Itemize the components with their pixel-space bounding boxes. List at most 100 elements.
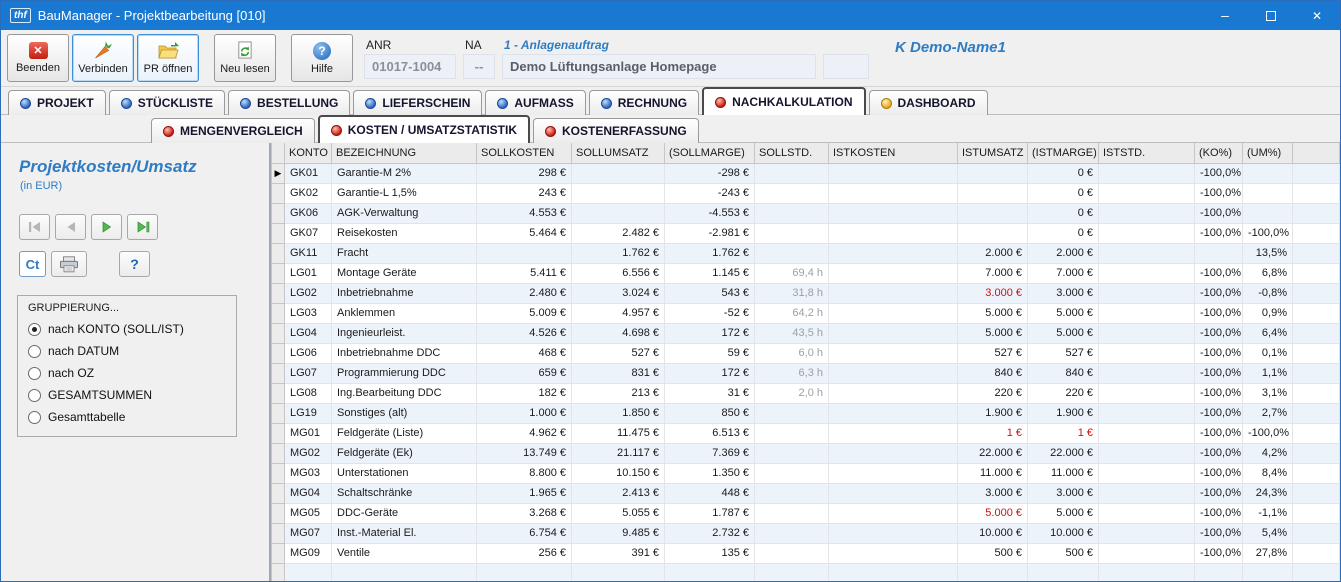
cell-konto[interactable]: GK11 bbox=[284, 242, 332, 264]
cell-um_pct[interactable]: 6,8% bbox=[1242, 262, 1293, 284]
table-row[interactable]: LG07 Programmierung DDC 659 €831 €172 €6,3… bbox=[271, 362, 1340, 384]
cell-istumsatz[interactable]: 2.000 € bbox=[957, 242, 1028, 264]
cell-iststd[interactable] bbox=[1098, 382, 1195, 404]
cell-istmarge[interactable]: 3.000 € bbox=[1027, 282, 1099, 304]
table-row[interactable]: GK02 Garantie-L 1,5% 243 € -243 € 0 € -100,0% bbox=[271, 182, 1340, 204]
cell-sollmarge[interactable]: 7.369 € bbox=[664, 442, 755, 464]
cell-iststd[interactable] bbox=[1098, 162, 1195, 184]
cell-iststd[interactable] bbox=[1098, 282, 1195, 304]
table-row[interactable]: MG01 Feldgeräte (Liste) 4.962 €11.475 €6.5… bbox=[271, 422, 1340, 444]
cell-sollkosten[interactable]: 2.480 € bbox=[476, 282, 572, 304]
cell-istkosten[interactable] bbox=[828, 422, 958, 444]
cell-bezeichnung[interactable]: Feldgeräte (Liste) bbox=[331, 422, 477, 444]
tab-mengenvergleich[interactable]: MENGENVERGLEICH bbox=[151, 118, 315, 143]
tab-bestellung[interactable]: BESTELLUNG bbox=[228, 90, 351, 115]
cell-sollmarge[interactable]: -298 € bbox=[664, 162, 755, 184]
cell-um_pct[interactable]: 4,2% bbox=[1242, 442, 1293, 464]
cell-sollumsatz[interactable]: 21.117 € bbox=[571, 442, 665, 464]
tab-kosten-umsatzstatistik[interactable]: KOSTEN / UMSATZSTATISTIK bbox=[317, 115, 531, 143]
cell-sollstd[interactable] bbox=[754, 502, 829, 524]
cell-sollmarge[interactable]: 135 € bbox=[664, 542, 755, 564]
cell-istmarge[interactable]: 5.000 € bbox=[1027, 302, 1099, 324]
cell-konto[interactable]: MG02 bbox=[284, 442, 332, 464]
cell-sollmarge[interactable]: -2.981 € bbox=[664, 222, 755, 244]
cell-istkosten[interactable] bbox=[828, 462, 958, 484]
first-record-button[interactable] bbox=[19, 214, 50, 240]
row-selector[interactable] bbox=[271, 242, 285, 264]
cell-istkosten[interactable] bbox=[828, 242, 958, 264]
cell-konto[interactable]: MG09 bbox=[284, 542, 332, 564]
cell-sollmarge[interactable]: 2.732 € bbox=[664, 522, 755, 544]
cell-bezeichnung[interactable]: Reisekosten bbox=[331, 222, 477, 244]
cell-konto[interactable]: GK06 bbox=[284, 202, 332, 224]
table-row[interactable]: LG04 Ingenieurleist. 4.526 €4.698 €172 €43… bbox=[271, 322, 1340, 344]
table-row[interactable]: LG02 Inbetriebnahme 2.480 €3.024 €543 €31,… bbox=[271, 282, 1340, 304]
column-header-istumsatz[interactable]: ISTUMSATZ bbox=[957, 143, 1028, 164]
cell-sollkosten[interactable]: 256 € bbox=[476, 542, 572, 564]
cell-sollkosten[interactable]: 298 € bbox=[476, 162, 572, 184]
cell-istkosten[interactable] bbox=[828, 202, 958, 224]
table-row[interactable]: MG02 Feldgeräte (Ek) 13.749 €21.117 €7.369… bbox=[271, 442, 1340, 464]
cell-sollstd[interactable]: 6,0 h bbox=[754, 342, 829, 364]
neu-lesen-button[interactable]: Neu lesen bbox=[214, 34, 276, 82]
row-selector[interactable] bbox=[271, 182, 285, 204]
cell-istmarge[interactable]: 7.000 € bbox=[1027, 262, 1099, 284]
cell-sollstd[interactable]: 31,8 h bbox=[754, 282, 829, 304]
cell-bezeichnung[interactable]: DDC-Geräte bbox=[331, 502, 477, 524]
row-selector[interactable] bbox=[271, 162, 285, 184]
radio-button-icon[interactable] bbox=[28, 388, 41, 402]
cell-um_pct[interactable]: 0,9% bbox=[1242, 302, 1293, 324]
cell-iststd[interactable] bbox=[1098, 222, 1195, 244]
cell-iststd[interactable] bbox=[1098, 402, 1195, 424]
cell-sollkosten[interactable]: 5.464 € bbox=[476, 222, 572, 244]
cell-sollkosten[interactable]: 5.411 € bbox=[476, 262, 572, 284]
cell-bezeichnung[interactable]: Ing.Bearbeitung DDC bbox=[331, 382, 477, 404]
cell-sollmarge[interactable]: 31 € bbox=[664, 382, 755, 404]
cell-istkosten[interactable] bbox=[828, 262, 958, 284]
cell-sollmarge[interactable]: 59 € bbox=[664, 342, 755, 364]
verbinden-button[interactable]: Verbinden bbox=[72, 34, 134, 82]
extra-field[interactable] bbox=[823, 54, 869, 79]
cell-sollstd[interactable]: 69,4 h bbox=[754, 262, 829, 284]
cell-bezeichnung[interactable]: Garantie-M 2% bbox=[331, 162, 477, 184]
cell-um_pct[interactable]: -100,0% bbox=[1242, 422, 1293, 444]
row-selector[interactable] bbox=[271, 442, 285, 464]
cell-iststd[interactable] bbox=[1098, 302, 1195, 324]
cell-sollmarge[interactable]: 850 € bbox=[664, 402, 755, 424]
cell-konto[interactable]: LG08 bbox=[284, 382, 332, 404]
cell-istumsatz[interactable] bbox=[957, 162, 1028, 184]
cell-sollumsatz[interactable] bbox=[571, 162, 665, 184]
cell-iststd[interactable] bbox=[1098, 242, 1195, 264]
cell-um_pct[interactable]: -0,8% bbox=[1242, 282, 1293, 304]
cell-ko_pct[interactable]: -100,0% bbox=[1194, 362, 1243, 384]
cell-ko_pct[interactable]: -100,0% bbox=[1194, 482, 1243, 504]
cell-sollstd[interactable] bbox=[754, 402, 829, 424]
row-selector[interactable] bbox=[271, 322, 285, 344]
cell-sollumsatz[interactable]: 4.957 € bbox=[571, 302, 665, 324]
cell-sollmarge[interactable]: 172 € bbox=[664, 322, 755, 344]
cell-um_pct[interactable] bbox=[1242, 182, 1293, 204]
cell-bezeichnung[interactable]: Inbetriebnahme DDC bbox=[331, 342, 477, 364]
column-header-sollstd[interactable]: SOLLSTD. bbox=[754, 143, 829, 164]
tab-aufmass[interactable]: AUFMASS bbox=[485, 90, 586, 115]
radio-gesamtsummen[interactable]: GESAMTSUMMEN bbox=[28, 388, 228, 402]
cell-iststd[interactable] bbox=[1098, 182, 1195, 204]
cell-istmarge[interactable]: 22.000 € bbox=[1027, 442, 1099, 464]
cell-iststd[interactable] bbox=[1098, 362, 1195, 384]
cell-konto[interactable]: LG19 bbox=[284, 402, 332, 424]
cell-sollkosten[interactable]: 13.749 € bbox=[476, 442, 572, 464]
cell-um_pct[interactable]: 2,7% bbox=[1242, 402, 1293, 424]
cell-istumsatz[interactable]: 1.900 € bbox=[957, 402, 1028, 424]
cell-um_pct[interactable] bbox=[1242, 162, 1293, 184]
row-selector[interactable] bbox=[271, 342, 285, 364]
row-selector[interactable] bbox=[271, 202, 285, 224]
row-selector[interactable] bbox=[271, 422, 285, 444]
cell-sollkosten[interactable]: 1.000 € bbox=[476, 402, 572, 424]
cell-ko_pct[interactable]: -100,0% bbox=[1194, 462, 1243, 484]
cell-istmarge[interactable]: 0 € bbox=[1027, 162, 1099, 184]
cell-sollumsatz[interactable]: 831 € bbox=[571, 362, 665, 384]
cell-bezeichnung[interactable]: Schaltschränke bbox=[331, 482, 477, 504]
cell-sollmarge[interactable]: 1.762 € bbox=[664, 242, 755, 264]
table-row[interactable]: LG06 Inbetriebnahme DDC 468 €527 €59 €6,0 … bbox=[271, 342, 1340, 364]
cell-sollstd[interactable]: 64,2 h bbox=[754, 302, 829, 324]
